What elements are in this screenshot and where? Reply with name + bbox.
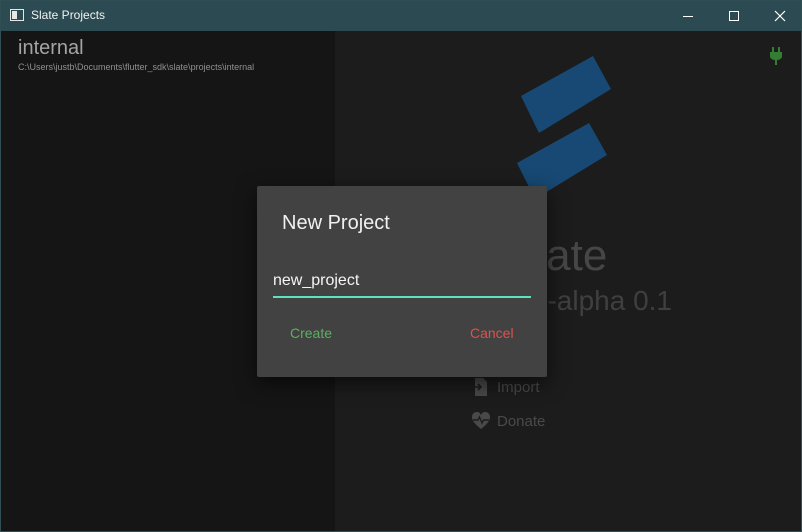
app-content: internal C:\Users\justb\Documents\flutte… [1,31,801,531]
minimize-button[interactable] [665,1,711,31]
app-window: Slate Projects internal C:\Users\justb\D… [0,0,802,532]
window-title: Slate Projects [31,8,106,22]
cancel-button[interactable]: Cancel [470,325,514,341]
close-icon [774,10,786,22]
title-bar[interactable]: Slate Projects [1,1,801,31]
create-button[interactable]: Create [290,325,332,341]
maximize-button[interactable] [711,1,757,31]
maximize-icon [729,11,739,21]
new-project-dialog: New Project Create Cancel [257,186,547,377]
dialog-title: New Project [282,212,390,234]
project-name-input[interactable] [273,266,531,298]
close-button[interactable] [757,1,802,31]
app-icon [10,9,24,21]
minimize-icon [683,16,693,17]
